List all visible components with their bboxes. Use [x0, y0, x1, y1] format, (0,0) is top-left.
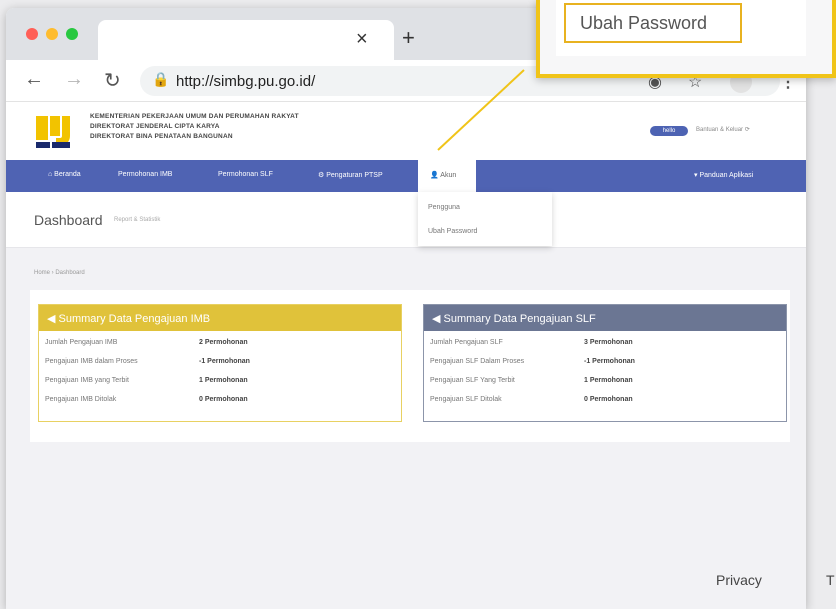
summary-row: Pengajuan IMB Ditolak 0 Permohonan: [45, 396, 385, 408]
minimize-window-button[interactable]: [46, 28, 58, 40]
back-arrow-icon[interactable]: ←: [24, 68, 44, 91]
row-value: 1 Permohonan: [199, 377, 248, 384]
row-label: Jumlah Pengajuan SLF: [430, 339, 503, 346]
row-value: 3 Permohonan: [584, 339, 633, 346]
row-value: -1 Permohonan: [199, 358, 250, 365]
row-label: Jumlah Pengajuan IMB: [45, 339, 118, 346]
close-window-button[interactable]: [26, 28, 38, 40]
row-label: Pengajuan IMB dalam Proses: [45, 358, 138, 365]
row-label: Pengajuan SLF Ditolak: [430, 396, 502, 403]
ministry-line: DIREKTORAT BINA PENATAAN BANGUNAN: [90, 133, 233, 140]
nav-item-permohonan-slf[interactable]: Permohonan SLF: [218, 171, 273, 178]
zoom-callout: Ubah Password: [536, 0, 836, 78]
summary-row: Pengajuan SLF Dalam Proses -1 Permohonan: [430, 358, 770, 370]
nav-item-panduan[interactable]: ▾ Panduan Aplikasi: [694, 171, 753, 179]
page-subtitle: Report & Statistik: [114, 217, 161, 223]
summary-card: ◀ Summary Data Pengajuan IMB Jumlah Peng…: [30, 290, 790, 442]
dashboard-header: Dashboard Report & Statistik: [6, 192, 806, 248]
site-header: KEMENTERIAN PEKERJAAN UMUM DAN PERUMAHAN…: [6, 102, 806, 160]
maximize-window-button[interactable]: [66, 28, 78, 40]
summary-imb-panel: ◀ Summary Data Pengajuan IMB Jumlah Peng…: [38, 304, 402, 422]
summary-slf-panel: ◀ Summary Data Pengajuan SLF Jumlah Peng…: [423, 304, 787, 422]
breadcrumb: Home › Dashboard: [34, 270, 85, 276]
ministry-name: KEMENTERIAN PEKERJAAN UMUM DAN PERUMAHAN…: [90, 112, 299, 142]
page-title: Dashboard: [34, 212, 103, 228]
user-meta-link[interactable]: Bantuan & Keluar ⟳: [696, 126, 750, 133]
forward-arrow-icon[interactable]: →: [64, 68, 84, 91]
new-tab-icon[interactable]: +: [402, 25, 415, 51]
account-dropdown: Pengguna Ubah Password: [418, 192, 552, 246]
reload-icon[interactable]: ↻: [104, 68, 121, 93]
summary-row: Jumlah Pengajuan IMB 2 Permohonan: [45, 339, 385, 351]
user-badge[interactable]: hello: [650, 126, 688, 136]
row-label: Pengajuan IMB Ditolak: [45, 396, 117, 403]
callout-ubah-password[interactable]: Ubah Password: [564, 3, 742, 43]
privacy-link[interactable]: Privacy: [716, 572, 762, 588]
nav-item-beranda[interactable]: ⌂ Beranda: [48, 171, 81, 178]
row-label: Pengajuan SLF Dalam Proses: [430, 358, 525, 365]
row-value: 1 Permohonan: [584, 377, 633, 384]
nav-item-akun[interactable]: 👤 Akun: [418, 160, 476, 192]
row-label: Pengajuan IMB yang Terbit: [45, 377, 129, 384]
row-value: 2 Permohonan: [199, 339, 248, 346]
callout-inner: Ubah Password: [556, 0, 806, 56]
screenshot: × + ← → ↻ 🔒 http://simbg.pu.go.id/ ◉ ☆ ⋮: [0, 0, 836, 609]
tab-close-icon[interactable]: ×: [356, 28, 368, 51]
dropdown-item-ubah-password[interactable]: Ubah Password: [428, 228, 477, 235]
browser-tab[interactable]: ×: [98, 20, 394, 60]
pupr-logo: [34, 110, 74, 152]
row-value: 0 Permohonan: [199, 396, 248, 403]
row-value: -1 Permohonan: [584, 358, 635, 365]
nav-item-permohonan-imb[interactable]: Permohonan IMB: [118, 171, 172, 178]
lock-icon: 🔒: [152, 71, 170, 87]
summary-row: Pengajuan IMB dalam Proses -1 Permohonan: [45, 358, 385, 370]
cut-off-footer-link[interactable]: T: [826, 572, 835, 588]
web-page: KEMENTERIAN PEKERJAAN UMUM DAN PERUMAHAN…: [6, 102, 806, 609]
summary-row: Jumlah Pengajuan SLF 3 Permohonan: [430, 339, 770, 351]
browser-window: × + ← → ↻ 🔒 http://simbg.pu.go.id/ ◉ ☆ ⋮: [6, 8, 806, 609]
summary-row: Pengajuan SLF Yang Terbit 1 Permohonan: [430, 377, 770, 389]
summary-imb-title[interactable]: ◀ Summary Data Pengajuan IMB: [39, 305, 401, 331]
ministry-line: KEMENTERIAN PEKERJAAN UMUM DAN PERUMAHAN…: [90, 113, 299, 120]
ministry-line: DIREKTORAT JENDERAL CIPTA KARYA: [90, 123, 220, 130]
nav-akun-label: 👤 Akun: [430, 172, 457, 179]
summary-row: Pengajuan SLF Ditolak 0 Permohonan: [430, 396, 770, 408]
row-value: 0 Permohonan: [584, 396, 633, 403]
row-label: Pengajuan SLF Yang Terbit: [430, 377, 515, 384]
summary-slf-title[interactable]: ◀ Summary Data Pengajuan SLF: [424, 305, 786, 331]
dropdown-item-pengguna[interactable]: Pengguna: [428, 204, 460, 211]
main-navbar: ⌂ Beranda Permohonan IMB Permohonan SLF …: [6, 160, 806, 192]
summary-row: Pengajuan IMB yang Terbit 1 Permohonan: [45, 377, 385, 389]
nav-item-pengaturan-ptsp[interactable]: ⚙ Pengaturan PTSP: [318, 171, 383, 179]
url-text: http://simbg.pu.go.id/: [176, 73, 316, 90]
